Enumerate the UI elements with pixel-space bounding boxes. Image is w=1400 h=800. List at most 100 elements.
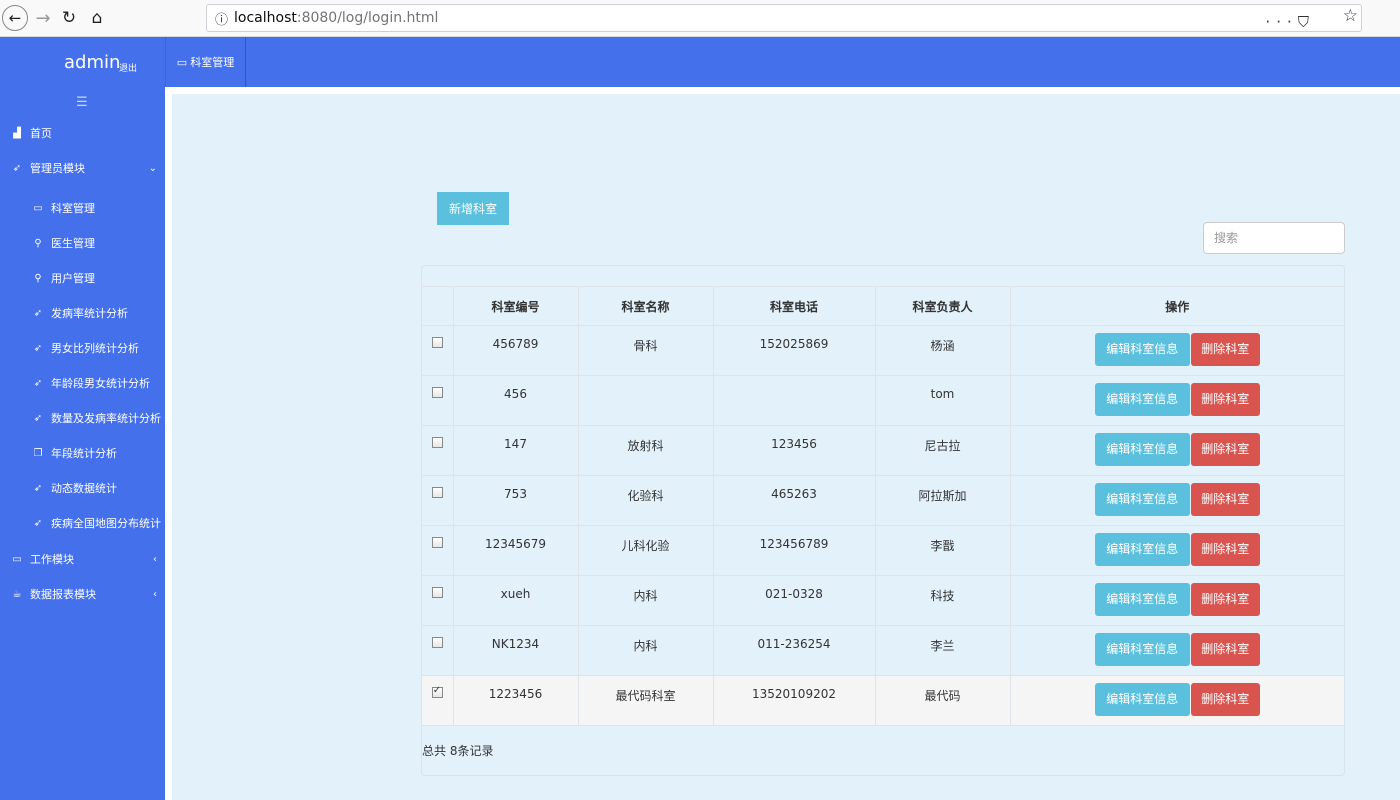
column-header-name[interactable]: 科室名称 xyxy=(577,286,714,326)
row-checkbox[interactable] xyxy=(431,437,443,448)
total-records: 总共 8条记录 xyxy=(422,744,494,758)
delete-department-button[interactable]: 删除科室 xyxy=(1190,533,1260,566)
row-checkbox[interactable] xyxy=(431,337,443,348)
forward-arrow-icon[interactable]: → xyxy=(30,5,56,31)
edit-department-button[interactable]: 编辑科室信息 xyxy=(1094,333,1190,366)
cell-phone: 021-0328 xyxy=(712,575,876,626)
cell-name: 骨科 xyxy=(577,325,714,376)
edit-department-button[interactable]: 编辑科室信息 xyxy=(1094,433,1190,466)
pocket-icon[interactable]: ⛉ xyxy=(1298,13,1315,31)
edit-department-button[interactable]: 编辑科室信息 xyxy=(1094,633,1190,666)
row-select-cell xyxy=(422,325,454,376)
cell-name: 放射科 xyxy=(577,425,714,476)
select-column-header xyxy=(422,286,454,326)
sidebar-item[interactable]: ⚲ 医生管理 xyxy=(0,228,165,258)
sidebar-item[interactable]: ➶ 年龄段男女统计分析 xyxy=(0,368,165,398)
cell-actions: 编辑科室信息 删除科室 xyxy=(1009,475,1344,526)
department-table: 科室编号 科室名称 科室电话 科室负责人 操作 456789 骨科 15202586… xyxy=(422,286,1344,726)
row-checkbox[interactable] xyxy=(431,637,443,648)
info-icon[interactable]: ⓘ xyxy=(215,9,228,28)
delete-department-button[interactable]: 删除科室 xyxy=(1190,333,1260,366)
cell-phone: 152025869 xyxy=(712,325,876,376)
logout-link[interactable]: 退出 xyxy=(119,61,137,74)
sidebar-item[interactable]: ▭ 科室管理 xyxy=(0,193,165,223)
edit-department-button[interactable]: 编辑科室信息 xyxy=(1094,683,1190,716)
table-panel: 科室编号 科室名称 科室电话 科室负责人 操作 456789 骨科 15202586… xyxy=(421,265,1345,776)
sidebar-item-label: 数据报表模块 xyxy=(30,588,96,601)
table-row: 456789 骨科 152025869 杨涵 编辑科室信息 删除科室 xyxy=(422,325,1344,376)
paper-plane-icon: ➶ xyxy=(12,162,22,174)
row-checkbox[interactable] xyxy=(431,685,443,698)
header-tab-department[interactable]: ▭ 科室管理 xyxy=(166,37,246,87)
sidebar-item-label: 疾病全国地图分布统计 xyxy=(51,517,161,530)
row-checkbox[interactable] xyxy=(431,387,443,398)
star-icon[interactable]: ☆ xyxy=(1343,6,1358,26)
home-icon[interactable]: ⌂ xyxy=(84,5,110,31)
delete-department-button[interactable]: 删除科室 xyxy=(1190,383,1260,416)
table-row: 753 化验科 465263 阿拉斯加 编辑科室信息 删除科室 xyxy=(422,475,1344,526)
row-checkbox[interactable] xyxy=(431,487,443,498)
add-department-button[interactable]: 新增科室 xyxy=(437,192,509,225)
sidebar-item[interactable]: ➶ 疾病全国地图分布统计 xyxy=(0,508,165,538)
row-select-cell xyxy=(422,675,454,726)
column-header-head[interactable]: 科室负责人 xyxy=(874,286,1011,326)
address-bar[interactable]: ⓘ localhost:8080/log/login.html ···⛉ xyxy=(206,4,1362,32)
sidebar-item[interactable]: ❐ 年段统计分析 xyxy=(0,438,165,468)
cell-phone xyxy=(712,375,876,426)
table-row: 456 tom 编辑科室信息 删除科室 xyxy=(422,375,1344,426)
ellipsis-icon[interactable]: ··· xyxy=(1265,13,1297,31)
row-select-cell xyxy=(422,625,454,676)
sidebar-item-label: 数量及发病率统计分析 xyxy=(51,412,161,425)
sidebar-item[interactable]: ➶ 管理员模块 ⌄ xyxy=(0,153,165,183)
search-input[interactable] xyxy=(1203,222,1345,254)
edit-department-button[interactable]: 编辑科室信息 xyxy=(1094,583,1190,616)
sidebar-item-label: 首页 xyxy=(30,127,52,140)
delete-department-button[interactable]: 删除科室 xyxy=(1190,683,1260,716)
sidebar-item[interactable]: ☕ 数据报表模块 ‹ xyxy=(0,579,165,609)
sidebar-item[interactable]: ➶ 发病率统计分析 xyxy=(0,298,165,328)
header-tab-label: 科室管理 xyxy=(190,56,235,69)
cell-phone: 123456 xyxy=(712,425,876,476)
cell-id: NK1234 xyxy=(452,625,579,676)
url-path: :8080/log/login.html xyxy=(296,10,439,26)
table-row: xueh 内科 021-0328 科技 编辑科室信息 删除科室 xyxy=(422,575,1344,626)
sidebar-item[interactable]: ➶ 动态数据统计 xyxy=(0,473,165,503)
cell-actions: 编辑科室信息 删除科室 xyxy=(1009,675,1344,726)
monitor-icon: ▭ xyxy=(12,553,22,565)
column-header-phone[interactable]: 科室电话 xyxy=(712,286,876,326)
sidebar-item[interactable]: ⚲ 用户管理 xyxy=(0,263,165,293)
sidebar-item[interactable]: ▭ 工作模块 ‹ xyxy=(0,544,165,574)
cell-head: 杨涵 xyxy=(874,325,1011,376)
app-header: admin 退出 ▭ 科室管理 xyxy=(0,37,1400,87)
delete-department-button[interactable]: 删除科室 xyxy=(1190,633,1260,666)
cell-name: 最代码科室 xyxy=(577,675,714,726)
sidebar-item-label: 医生管理 xyxy=(51,237,95,250)
table-row: 147 放射科 123456 尼古拉 编辑科室信息 删除科室 xyxy=(422,425,1344,476)
edit-department-button[interactable]: 编辑科室信息 xyxy=(1094,483,1190,516)
row-checkbox[interactable] xyxy=(431,587,443,598)
reload-icon[interactable]: ↻ xyxy=(56,5,82,31)
delete-department-button[interactable]: 删除科室 xyxy=(1190,583,1260,616)
back-arrow-icon[interactable]: ← xyxy=(2,5,28,31)
chevron-left-icon: ‹ xyxy=(153,588,157,600)
table-header-row: 科室编号 科室名称 科室电话 科室负责人 操作 xyxy=(422,286,1344,326)
delete-department-button[interactable]: 删除科室 xyxy=(1190,433,1260,466)
table-row: NK1234 内科 011-236254 李兰 编辑科室信息 删除科室 xyxy=(422,625,1344,676)
cell-actions: 编辑科室信息 删除科室 xyxy=(1009,375,1344,426)
delete-department-button[interactable]: 删除科室 xyxy=(1190,483,1260,516)
sidebar-item[interactable]: ➶ 数量及发病率统计分析 xyxy=(0,403,165,433)
row-select-cell xyxy=(422,475,454,526)
edit-department-button[interactable]: 编辑科室信息 xyxy=(1094,383,1190,416)
menu-toggle-icon[interactable]: ☰ xyxy=(76,95,88,110)
table-row: 12345679 儿科化验 123456789 李戬 编辑科室信息 删除科室 xyxy=(422,525,1344,576)
edit-department-button[interactable]: 编辑科室信息 xyxy=(1094,533,1190,566)
sidebar-item[interactable]: ➶ 男女比列统计分析 xyxy=(0,333,165,363)
sidebar-item[interactable]: ▟ 首页 xyxy=(0,118,165,148)
chevron-left-icon: ‹ xyxy=(153,553,157,565)
cell-actions: 编辑科室信息 删除科室 xyxy=(1009,525,1344,576)
sidebar-item-label: 年段统计分析 xyxy=(51,447,117,460)
cell-phone: 13520109202 xyxy=(712,675,876,726)
cell-id: 1223456 xyxy=(452,675,579,726)
row-checkbox[interactable] xyxy=(431,537,443,548)
column-header-id[interactable]: 科室编号 xyxy=(452,286,579,326)
